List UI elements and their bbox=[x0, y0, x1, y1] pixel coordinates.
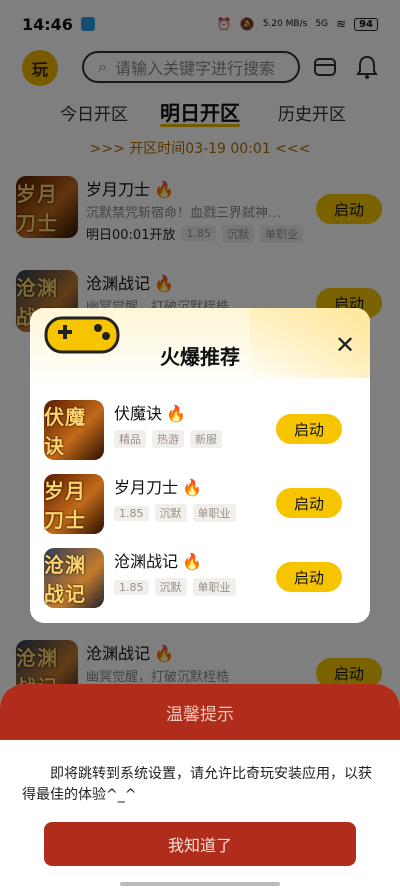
game-thumbnail: 岁月刀士 bbox=[44, 474, 104, 534]
game-name-row: 沧渊战记🔥 bbox=[114, 548, 202, 572]
game-name-row: 岁月刀士🔥 bbox=[114, 474, 202, 498]
tag: 沉默 bbox=[154, 504, 187, 522]
game-name: 伏魔诀 bbox=[114, 404, 163, 423]
dialog-title: 火爆推荐 bbox=[160, 345, 240, 369]
game-name: 沧渊战记 bbox=[114, 552, 179, 571]
game-tags: 精品 热游 新服 bbox=[114, 430, 222, 448]
tag: 沉默 bbox=[154, 578, 187, 596]
close-icon[interactable]: ✕ bbox=[334, 333, 356, 357]
home-indicator[interactable] bbox=[120, 882, 280, 886]
recommend-dialog: 火爆推荐 ✕ 伏魔诀 伏魔诀 🔥 精品 热游 新服 启动 岁月刀士 岁月刀士 🔥 1… bbox=[30, 308, 370, 623]
sheet-title: 温馨提示 bbox=[0, 684, 400, 740]
tag: 单职业 bbox=[192, 578, 236, 596]
recommend-item[interactable]: 沧渊战记 沧渊战记 🔥 1.85 沉默 单职业 启动 bbox=[44, 548, 356, 612]
tag: 1.85 bbox=[114, 505, 149, 521]
start-button[interactable]: 启动 bbox=[276, 488, 342, 518]
fire-icon: 🔥 bbox=[182, 478, 202, 497]
tag: 热游 bbox=[152, 430, 184, 448]
game-tags: 1.85 沉默 单职业 bbox=[114, 578, 236, 596]
recommend-item[interactable]: 伏魔诀 伏魔诀 🔥 精品 热游 新服 启动 bbox=[44, 400, 356, 464]
start-button[interactable]: 启动 bbox=[276, 414, 342, 444]
tag: 单职业 bbox=[192, 504, 236, 522]
sheet-message: 即将跳转到系统设置，请允许比奇玩安装应用，以获得最佳的体验^_^ bbox=[22, 766, 372, 803]
fire-icon: 🔥 bbox=[182, 552, 202, 571]
game-name-row: 伏魔诀 🔥 bbox=[114, 400, 186, 424]
tag: 精品 bbox=[114, 430, 146, 448]
fire-icon: 🔥 bbox=[166, 404, 186, 423]
game-thumbnail: 伏魔诀 bbox=[44, 400, 104, 460]
tag: 1.85 bbox=[114, 579, 149, 595]
game-name: 岁月刀士 bbox=[114, 478, 179, 497]
tag: 新服 bbox=[190, 430, 222, 448]
game-tags: 1.85 沉默 单职业 bbox=[114, 504, 236, 522]
start-button[interactable]: 启动 bbox=[276, 562, 342, 592]
game-thumbnail: 沧渊战记 bbox=[44, 548, 104, 608]
confirm-button[interactable]: 我知道了 bbox=[44, 822, 356, 866]
recommend-item[interactable]: 岁月刀士 岁月刀士 🔥 1.85 沉默 单职业 启动 bbox=[44, 474, 356, 538]
